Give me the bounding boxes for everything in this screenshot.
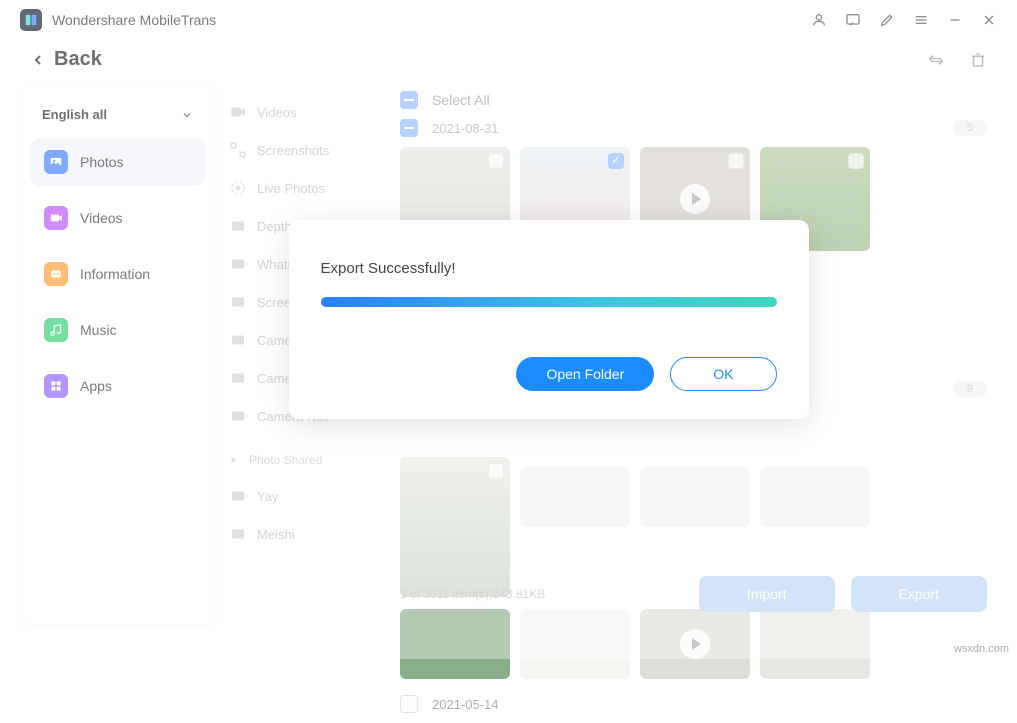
date-label: 2021-05-14	[432, 697, 499, 712]
open-folder-button[interactable]: Open Folder	[516, 357, 654, 391]
date-group-3: 2021-05-14	[400, 691, 987, 723]
export-success-modal: Export Successfully! Open Folder OK	[289, 220, 809, 419]
modal-overlay: Export Successfully! Open Folder OK	[0, 0, 1017, 659]
date-checkbox[interactable]	[400, 695, 418, 713]
watermark: wsxdn.com	[954, 643, 1009, 655]
modal-title: Export Successfully!	[321, 260, 777, 277]
progress-bar	[321, 297, 777, 307]
ok-button[interactable]: OK	[670, 357, 776, 391]
